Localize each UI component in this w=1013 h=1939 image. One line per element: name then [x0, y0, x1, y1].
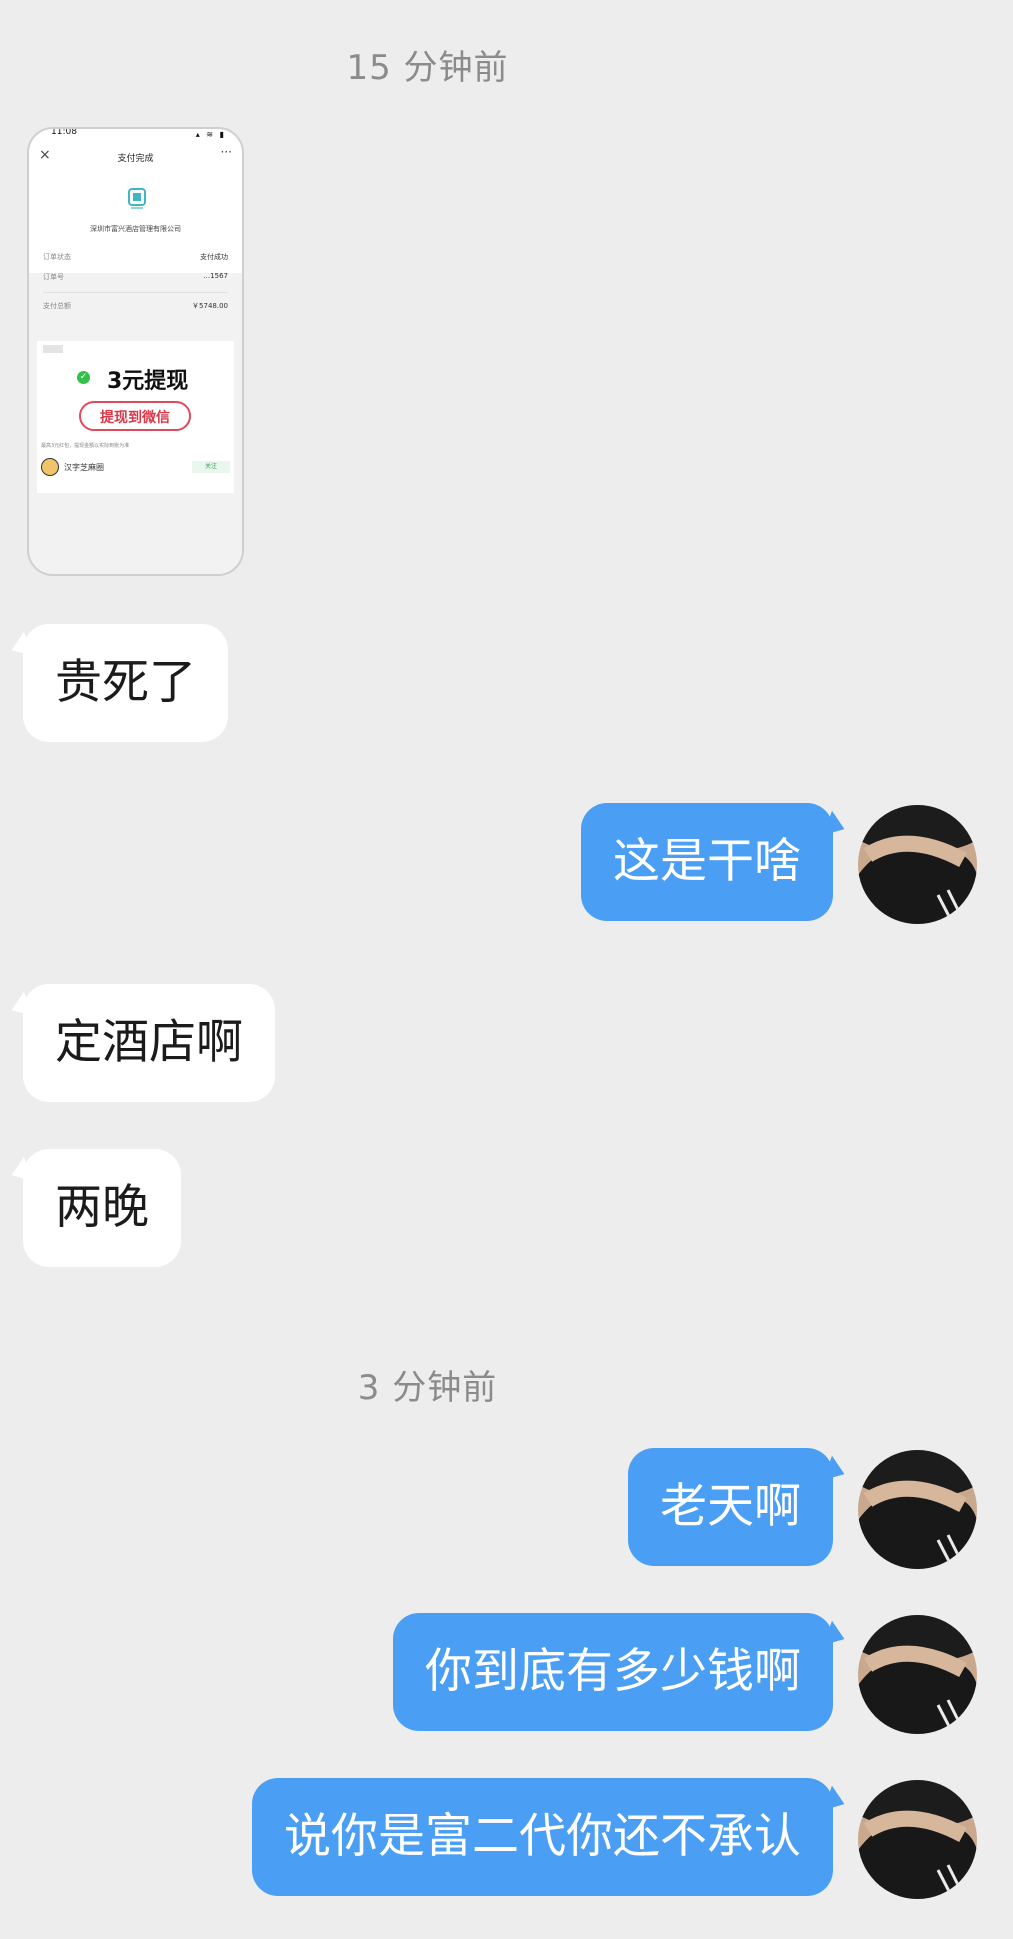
thumb-row-label: 支付总额 [43, 302, 71, 310]
thumb-row-status: 订单状态 支付成功 [43, 252, 228, 262]
thumb-row-label: 订单号 [43, 273, 64, 281]
thumb-divider [43, 292, 228, 293]
incoming-message-bubble[interactable]: 两晚 [23, 1149, 181, 1267]
user-avatar[interactable] [858, 1780, 977, 1899]
outgoing-message-bubble[interactable]: 你到底有多少钱啊 [393, 1613, 833, 1731]
thumb-row-total: 支付总额 ￥5748.00 [43, 301, 228, 311]
user-avatar[interactable] [858, 805, 977, 924]
outgoing-message-bubble[interactable]: 老天啊 [628, 1448, 833, 1566]
avatar-photo-icon [858, 1780, 977, 1899]
thumb-merchant-logo-icon [128, 188, 146, 209]
thumb-row-label: 订单状态 [43, 253, 71, 261]
thumb-row-value: …1567 [203, 272, 228, 280]
outgoing-message-bubble[interactable]: 这是干啥 [581, 803, 833, 921]
incoming-message-bubble[interactable]: 贵死了 [23, 624, 228, 742]
outgoing-message-bubble[interactable]: 说你是富二代你还不承认 [252, 1778, 833, 1896]
thumb-account-name: 汉字芝麻圈 [64, 463, 104, 472]
thumb-promo-title: 3元提现 [107, 369, 189, 394]
thumb-promo-card: ✓ 3元提现 提现到微信 最高3元红包，提现金额以实际到账为准 汉字芝麻圈 关注 [37, 341, 234, 493]
thumb-status-time: 11:08 [51, 127, 77, 137]
user-avatar[interactable] [858, 1615, 977, 1734]
thumb-row-value: 支付成功 [200, 253, 228, 261]
timestamp-label: 15 分钟前 [346, 48, 509, 88]
thumb-ad-tag [43, 345, 63, 353]
avatar-photo-icon [858, 1615, 977, 1734]
thumb-check-icon: ✓ [77, 371, 90, 384]
image-message-thumbnail[interactable]: 11:08 ▴ ≋ ▮ × 支付完成 ··· 深圳市富兴酒店管理有限公司 订单状… [27, 127, 244, 576]
incoming-message-bubble[interactable]: 定酒店啊 [23, 984, 275, 1102]
thumb-promo-note: 最高3元红包，提现金额以实际到账为准 [41, 443, 130, 449]
thumb-promo-button: 提现到微信 [79, 401, 191, 431]
thumb-status-icons: ▴ ≋ ▮ [195, 130, 226, 139]
thumb-row-order: 订单号 …1567 [43, 272, 228, 282]
thumb-page-title: 支付完成 [117, 154, 154, 164]
thumb-follow-button: 关注 [192, 461, 230, 473]
avatar-photo-icon [858, 805, 977, 924]
avatar-photo-icon [858, 1450, 977, 1569]
thumb-merchant-name: 深圳市富兴酒店管理有限公司 [90, 225, 181, 233]
timestamp-label: 3 分钟前 [357, 1368, 498, 1408]
thumb-row-value: ￥5748.00 [192, 302, 228, 310]
user-avatar[interactable] [858, 1450, 977, 1569]
thumb-more-icon: ··· [220, 145, 232, 159]
thumb-account-avatar [41, 458, 59, 476]
